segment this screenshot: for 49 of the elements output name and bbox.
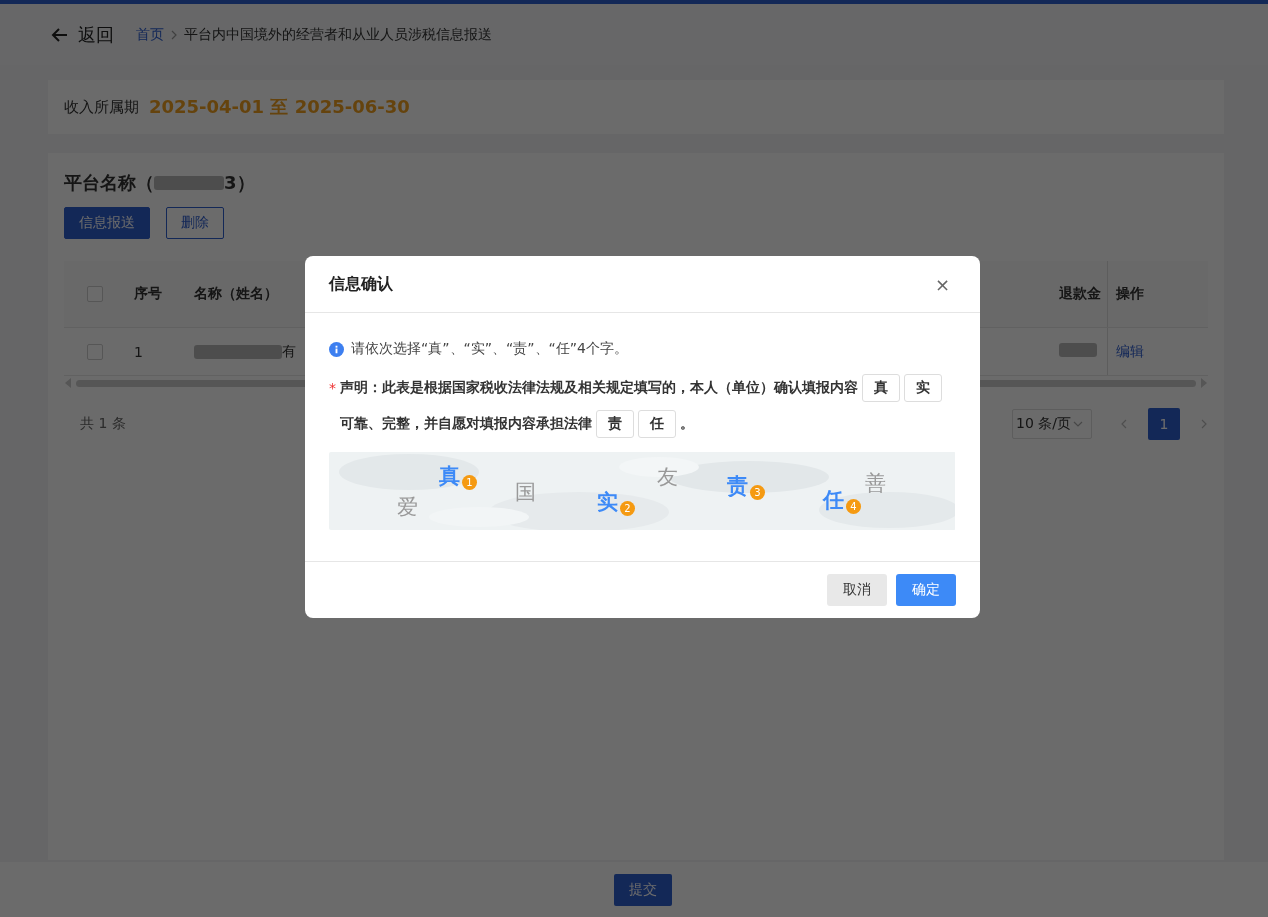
column-header: 序号 — [133, 285, 163, 303]
next-page-icon — [1200, 418, 1208, 430]
captcha-character[interactable]: 任 — [823, 490, 844, 511]
captcha-character[interactable]: 国 — [515, 482, 536, 503]
captcha-character[interactable]: 友 — [657, 467, 678, 488]
dialog-title: 信息确认 — [329, 273, 393, 295]
back-link[interactable]: 返回 — [78, 22, 114, 47]
page-size-select[interactable]: 10 条/页 — [1012, 409, 1092, 439]
cancel-button[interactable]: 取消 — [827, 574, 887, 606]
edit-link[interactable]: 编辑 — [1116, 342, 1144, 361]
captcha-character[interactable]: 责 — [727, 476, 748, 497]
info-icon — [329, 341, 344, 357]
statement-text: 可靠、完整，并自愿对填报内容承担法律 — [340, 415, 592, 433]
column-header: 操作 — [1107, 261, 1208, 327]
captcha-character[interactable]: 实 — [597, 492, 618, 513]
answer-box: 任 — [638, 410, 676, 438]
required-mark: * — [329, 380, 336, 396]
breadcrumb-current: 平台内中国境外的经营者和从业人员涉税信息报送 — [184, 25, 492, 44]
table-cell: 有 — [282, 342, 296, 361]
redaction-mark — [1059, 343, 1097, 357]
page-number[interactable]: 1 — [1148, 408, 1180, 440]
answer-box: 实 — [904, 374, 942, 402]
chevron-down-icon — [1073, 420, 1083, 428]
breadcrumb-link[interactable]: 首页 — [136, 25, 164, 44]
statement-text: 。 — [680, 415, 694, 433]
close-button[interactable]: × — [928, 272, 956, 296]
submit-info-button[interactable]: 信息报送 — [64, 207, 150, 239]
period-label: 收入所属期 — [64, 97, 139, 117]
platform-title-end: 3） — [224, 171, 255, 195]
hint-text: 请依次选择“真”、“实”、“责”、“任”4个字。 — [351, 340, 628, 358]
answer-box: 责 — [596, 410, 634, 438]
redaction-mark — [154, 176, 224, 190]
table-cell-text: 1 — [133, 343, 144, 360]
captcha-character[interactable]: 善 — [865, 473, 886, 494]
confirm-button[interactable]: 确定 — [896, 574, 956, 606]
captcha-panel[interactable]: 爱 真 1 国 实 2 友 责 3 任 4 善 — [329, 452, 956, 530]
statement-text: 声明：此表是根据国家税收法律法规及相关规定填写的，本人（单位）确认填报内容 — [340, 379, 858, 397]
chevron-icon — [170, 29, 178, 40]
answer-box: 真 — [862, 374, 900, 402]
period-value: 2025-04-01 至 2025-06-30 — [149, 95, 410, 119]
platform-title: 平台名称（ — [64, 171, 154, 195]
captcha-character[interactable]: 爱 — [397, 497, 418, 518]
prev-page-icon — [1120, 418, 1128, 430]
column-header: 名称（姓名） — [194, 285, 278, 301]
column-header: 退款金 — [1059, 285, 1102, 303]
submit-button[interactable]: 提交 — [614, 873, 672, 906]
delete-button[interactable]: 删除 — [166, 207, 224, 239]
total-count: 共 1 条 — [79, 415, 126, 433]
captcha-character[interactable]: 真 — [439, 466, 460, 487]
